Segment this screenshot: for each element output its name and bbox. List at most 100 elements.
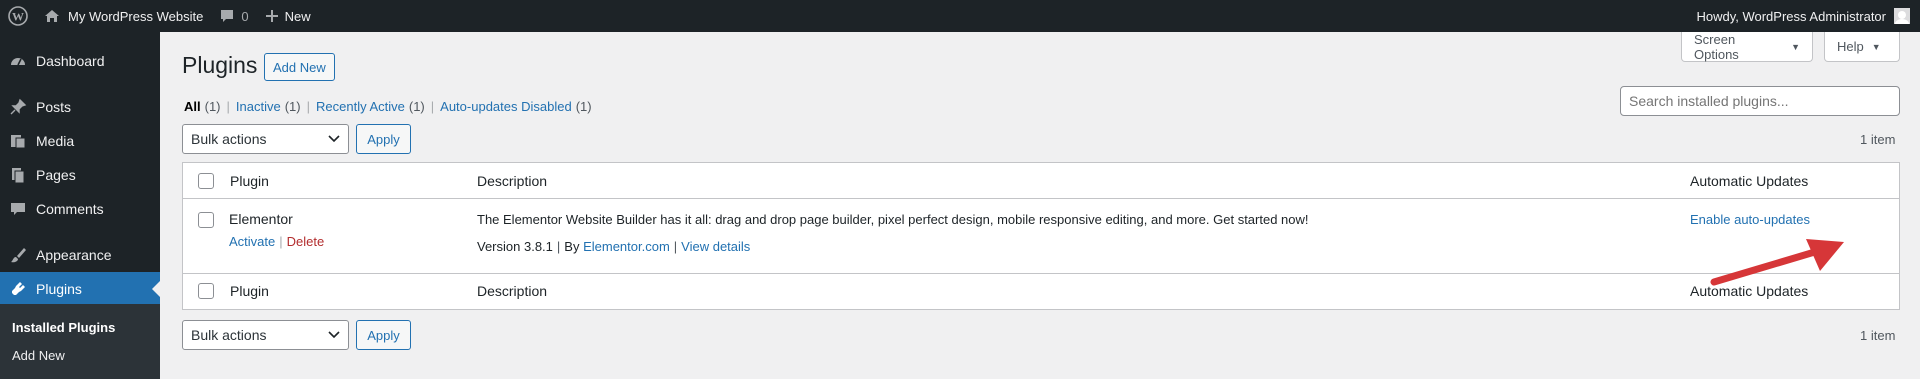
plugin-version: Version 3.8.1 bbox=[477, 239, 553, 254]
table-footer-row: Plugin Description Automatic Updates bbox=[183, 273, 1899, 309]
sidebar-item-label: Pages bbox=[36, 167, 76, 183]
site-name: My WordPress Website bbox=[68, 8, 204, 24]
plugins-submenu: Installed Plugins Add New bbox=[0, 304, 160, 379]
howdy-text: Howdy, WordPress Administrator bbox=[1696, 8, 1886, 24]
filter-label: Auto-updates Disabled bbox=[440, 99, 572, 114]
sidebar-item-dashboard[interactable]: Dashboard bbox=[0, 44, 160, 78]
separator: | bbox=[306, 99, 310, 114]
filter-label: Recently Active bbox=[316, 99, 405, 114]
column-footer-description: Description bbox=[477, 283, 548, 299]
sidebar-item-media[interactable]: Media bbox=[0, 124, 160, 158]
items-count: 1 item bbox=[1860, 132, 1896, 147]
filter-all[interactable]: All bbox=[184, 99, 201, 114]
annotation-arrow-icon bbox=[1710, 239, 1844, 286]
plugin-status-filters: All (1) | Inactive (1) | Recently Active (1… bbox=[184, 99, 592, 114]
svg-text:W: W bbox=[12, 10, 24, 24]
plus-icon bbox=[265, 9, 279, 23]
media-icon bbox=[0, 132, 36, 150]
separator: | bbox=[226, 99, 230, 114]
by-label: By bbox=[564, 239, 580, 254]
items-count-bottom: 1 item bbox=[1860, 328, 1896, 343]
enable-auto-updates-link[interactable]: Enable auto-updates bbox=[1690, 212, 1810, 227]
screen-options-label: Screen Options bbox=[1694, 31, 1739, 62]
home-icon bbox=[44, 8, 60, 24]
brush-icon bbox=[0, 246, 36, 264]
admin-sidebar: Dashboard Posts Media Pages Comments App… bbox=[0, 32, 160, 379]
filter-auto-updates-disabled[interactable]: Auto-updates Disabled bbox=[440, 99, 572, 114]
plugin-meta: Version 3.8.1 | By Elementor.com | View deta… bbox=[477, 239, 750, 254]
comment-bubble-icon bbox=[219, 8, 235, 24]
bulk-actions-select-bottom[interactable]: Bulk actions bbox=[182, 320, 349, 350]
separator: | bbox=[430, 99, 435, 114]
separator: | bbox=[279, 234, 283, 249]
bulk-actions-select[interactable]: Bulk actions bbox=[182, 124, 349, 154]
filter-label: Inactive bbox=[235, 99, 281, 114]
avatar bbox=[1894, 8, 1910, 24]
bulk-actions-value: Bulk actions bbox=[191, 327, 267, 343]
filter-label: All bbox=[184, 99, 201, 114]
pages-icon bbox=[0, 166, 36, 184]
activate-link[interactable]: Activate bbox=[229, 234, 275, 249]
submenu-add-new[interactable]: Add New bbox=[12, 348, 65, 363]
separator: | bbox=[673, 239, 678, 254]
main-content: Screen Options ▼ Help ▼ Plugins Add New … bbox=[160, 32, 1920, 379]
filter-count: (1) bbox=[284, 99, 301, 114]
table-row: Elementor Activate | Delete The Elementor … bbox=[183, 199, 1899, 273]
sidebar-item-label: Media bbox=[36, 133, 75, 149]
account-menu[interactable]: Howdy, WordPress Administrator bbox=[1688, 0, 1920, 32]
column-header-auto-updates: Automatic Updates bbox=[1690, 173, 1809, 189]
comment-icon bbox=[0, 200, 36, 218]
comments-count: 0 bbox=[241, 8, 249, 24]
view-details-link[interactable]: View details bbox=[681, 239, 750, 254]
column-header-plugin[interactable]: Plugin bbox=[230, 173, 269, 189]
admin-bar: W My WordPress Website 0 New Howdy, Word… bbox=[0, 0, 1920, 32]
apply-button[interactable]: Apply bbox=[356, 124, 411, 154]
row-checkbox[interactable] bbox=[198, 212, 214, 228]
plugin-icon bbox=[0, 280, 36, 298]
screen-options-button[interactable]: Screen Options ▼ bbox=[1681, 32, 1813, 62]
caret-down-icon: ▼ bbox=[1791, 41, 1800, 52]
filter-count: (1) bbox=[575, 99, 592, 114]
pin-icon bbox=[0, 98, 36, 116]
select-all-checkbox[interactable] bbox=[198, 173, 214, 189]
sidebar-item-label: Appearance bbox=[36, 247, 112, 263]
site-name-link[interactable]: My WordPress Website bbox=[36, 0, 211, 32]
sidebar-item-posts[interactable]: Posts bbox=[0, 90, 160, 124]
plugin-name: Elementor bbox=[229, 211, 293, 227]
help-button[interactable]: Help ▼ bbox=[1824, 32, 1900, 62]
delete-link[interactable]: Delete bbox=[287, 234, 325, 249]
submenu-installed-plugins[interactable]: Installed Plugins bbox=[12, 320, 115, 335]
caret-down-icon: ▼ bbox=[1871, 41, 1881, 52]
table-header-row: Plugin Description Automatic Updates bbox=[183, 163, 1899, 199]
filter-recently-active[interactable]: Recently Active bbox=[316, 99, 405, 114]
author-link[interactable]: Elementor.com bbox=[583, 239, 670, 254]
filter-count: (1) bbox=[408, 99, 425, 114]
separator: | bbox=[556, 239, 561, 254]
plugins-table: Plugin Description Automatic Updates Ele… bbox=[182, 162, 1900, 310]
sidebar-item-pages[interactable]: Pages bbox=[0, 158, 160, 192]
page-title: Plugins bbox=[182, 52, 258, 78]
sidebar-item-comments[interactable]: Comments bbox=[0, 192, 160, 226]
sidebar-item-appearance[interactable]: Appearance bbox=[0, 238, 160, 272]
chevron-down-icon bbox=[328, 329, 340, 341]
select-all-checkbox[interactable] bbox=[198, 283, 214, 299]
plugin-description: The Elementor Website Builder has it all… bbox=[477, 212, 1309, 227]
wordpress-logo-icon[interactable]: W bbox=[0, 0, 36, 32]
dashboard-icon bbox=[0, 52, 36, 70]
comments-link[interactable]: 0 bbox=[211, 0, 256, 32]
apply-button-bottom[interactable]: Apply bbox=[356, 320, 411, 350]
bulk-actions-value: Bulk actions bbox=[191, 131, 267, 147]
column-footer-plugin[interactable]: Plugin bbox=[230, 283, 269, 299]
new-label: New bbox=[284, 8, 311, 24]
help-label: Help bbox=[1837, 39, 1864, 54]
sidebar-item-label: Plugins bbox=[36, 281, 82, 297]
chevron-down-icon bbox=[328, 133, 340, 145]
row-actions: Activate | Delete bbox=[229, 234, 324, 249]
new-content-link[interactable]: New bbox=[257, 0, 319, 32]
filter-count: (1) bbox=[204, 99, 221, 114]
filter-inactive[interactable]: Inactive bbox=[236, 99, 281, 114]
sidebar-item-plugins[interactable]: Plugins bbox=[0, 272, 160, 306]
column-header-description: Description bbox=[477, 173, 548, 189]
add-new-button[interactable]: Add New bbox=[264, 53, 335, 81]
search-input[interactable] bbox=[1620, 86, 1900, 116]
